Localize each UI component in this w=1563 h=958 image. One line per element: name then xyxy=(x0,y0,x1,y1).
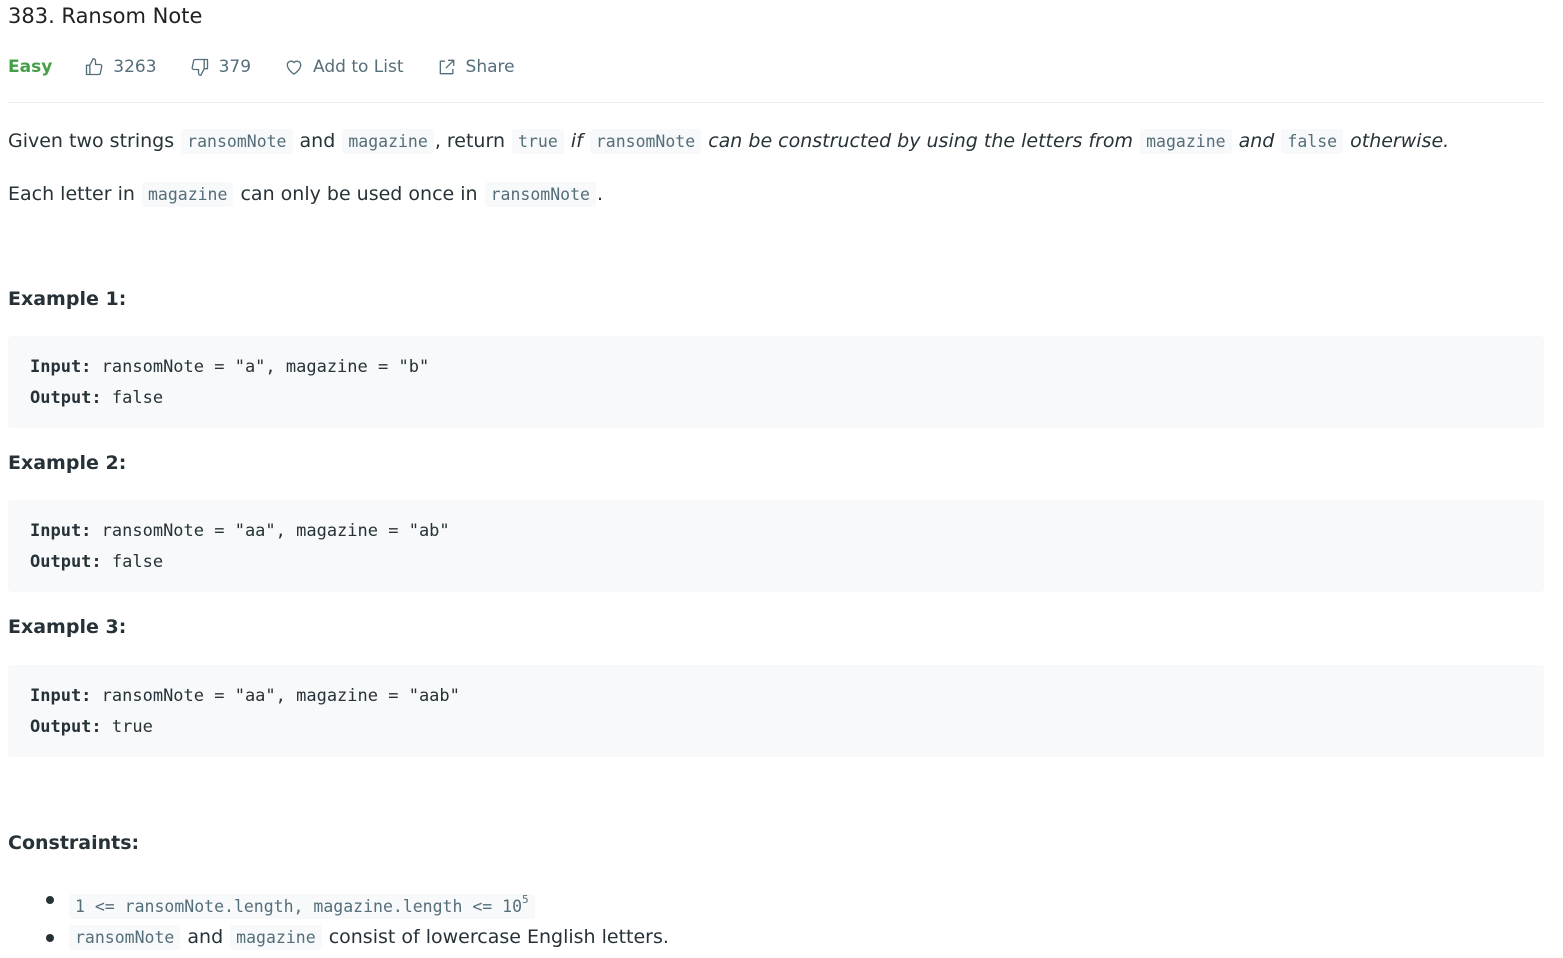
inline-code: magazine xyxy=(1140,129,1232,154)
example-1-heading: Example 1: xyxy=(8,288,127,310)
like-button[interactable]: 3263 xyxy=(84,57,157,77)
text: and xyxy=(293,130,342,152)
output-value: false xyxy=(101,388,164,408)
input-label: Input: xyxy=(30,686,92,706)
like-count: 3263 xyxy=(113,57,157,77)
description-paragraph-2: Each letter in magazine can only be used… xyxy=(8,181,603,208)
add-to-list-label: Add to List xyxy=(313,57,404,77)
constraint-item: ransomNote and magazine consist of lower… xyxy=(46,922,669,953)
dislike-count: 379 xyxy=(218,57,252,77)
text: Each letter in xyxy=(8,183,141,205)
output-value: false xyxy=(101,552,164,572)
constraints-list: 1 <= ransomNote.length, magazine.length … xyxy=(8,884,669,953)
text: and xyxy=(181,926,230,948)
output-value: true xyxy=(101,717,153,737)
input-value: ransomNote = "aa", magazine = "ab" xyxy=(91,521,450,541)
output-label: Output: xyxy=(30,552,102,572)
constraint-code-text: 1 <= ransomNote.length, magazine.length … xyxy=(75,897,523,916)
italic-text: and xyxy=(1232,130,1281,152)
italic-text: otherwise. xyxy=(1344,130,1450,152)
constraints-heading: Constraints: xyxy=(8,832,140,854)
inline-code: ransomNote xyxy=(181,129,293,154)
thumbs-up-icon xyxy=(86,58,103,76)
input-label: Input: xyxy=(30,521,92,541)
exponent: 5 xyxy=(522,893,529,906)
share-label: Share xyxy=(465,57,515,77)
text: can only be used once in xyxy=(234,183,484,205)
header-divider xyxy=(8,102,1544,103)
output-label: Output: xyxy=(30,717,102,737)
text: Given two strings xyxy=(8,130,181,152)
difficulty-badge: Easy xyxy=(8,57,53,77)
inline-code: magazine xyxy=(141,182,234,207)
inline-code: true xyxy=(512,129,564,154)
input-value: ransomNote = "aa", magazine = "aab" xyxy=(91,686,460,706)
heart-icon xyxy=(286,60,302,75)
description-paragraph-1: Given two strings ransomNote and magazin… xyxy=(8,128,1449,155)
inline-code: ransomNote xyxy=(589,129,702,154)
problem-meta-bar: Easy 3263 379 Add to List Share xyxy=(8,54,548,80)
constraint-item: 1 <= ransomNote.length, magazine.length … xyxy=(46,884,669,922)
example-2-block: Input: ransomNote = "aa", magazine = "ab… xyxy=(8,500,1544,592)
text: consist of lowercase English letters. xyxy=(322,926,669,948)
italic-text: if xyxy=(564,130,589,152)
share-button[interactable]: Share xyxy=(437,57,515,77)
dislike-button[interactable]: 379 xyxy=(190,57,251,77)
thumbs-down-icon xyxy=(191,58,208,77)
inline-code: false xyxy=(1281,129,1344,154)
inline-code: ransomNote xyxy=(484,182,596,207)
output-label: Output: xyxy=(30,388,102,408)
add-to-list-button[interactable]: Add to List xyxy=(284,57,404,77)
example-3-block: Input: ransomNote = "aa", magazine = "aa… xyxy=(8,665,1544,757)
inline-code: magazine xyxy=(342,129,434,154)
share-icon xyxy=(439,59,454,75)
input-label: Input: xyxy=(30,357,92,377)
example-1-block: Input: ransomNote = "a", magazine = "b" … xyxy=(8,336,1544,428)
text: . xyxy=(596,183,603,205)
text: , return xyxy=(434,130,512,152)
input-value: ransomNote = "a", magazine = "b" xyxy=(91,357,430,377)
inline-code: 1 <= ransomNote.length, magazine.length … xyxy=(69,893,535,919)
inline-code: ransomNote xyxy=(69,925,181,950)
problem-title: 383. Ransom Note xyxy=(8,4,203,28)
inline-code: magazine xyxy=(230,925,322,950)
example-3-heading: Example 3: xyxy=(8,616,127,638)
problem-description-panel: 383. Ransom Note Easy 3263 379 Add to Li… xyxy=(0,0,1563,958)
italic-text: can be constructed by using the letters … xyxy=(702,130,1140,152)
example-2-heading: Example 2: xyxy=(8,452,127,474)
